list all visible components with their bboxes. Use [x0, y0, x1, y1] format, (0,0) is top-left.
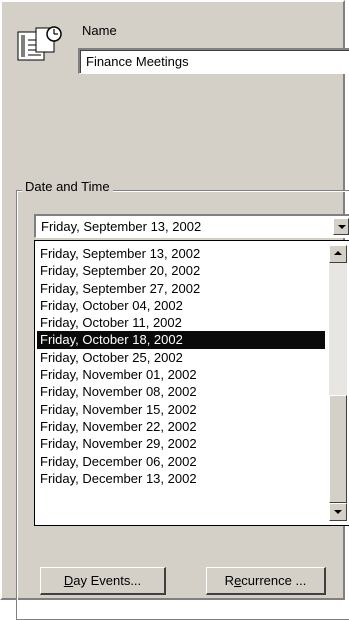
- list-item[interactable]: Friday, November 15, 2002: [37, 401, 325, 418]
- day-events-label: ay Events...: [73, 573, 142, 588]
- list-item[interactable]: Friday, September 27, 2002: [37, 280, 325, 297]
- task-notepad-icon: [17, 26, 62, 61]
- day-events-accelerator: D: [63, 573, 74, 588]
- list-item[interactable]: Friday, September 13, 2002: [37, 245, 325, 262]
- list-item[interactable]: Friday, October 11, 2002: [37, 314, 325, 331]
- list-item[interactable]: Friday, November 01, 2002: [37, 366, 325, 383]
- date-combobox[interactable]: Friday, September 13, 2002: [34, 214, 349, 238]
- list-item[interactable]: Friday, October 25, 2002: [37, 349, 325, 366]
- name-label: Name: [82, 23, 117, 38]
- scroll-down-button[interactable]: [329, 503, 347, 521]
- list-item[interactable]: Friday, September 20, 2002: [37, 262, 325, 279]
- list-item[interactable]: Friday, November 08, 2002: [37, 383, 325, 400]
- name-field[interactable]: Finance Meetings: [78, 48, 349, 74]
- recurrence-label-rest: currence ...: [241, 573, 307, 588]
- date-time-group-label: Date and Time: [22, 179, 113, 194]
- date-combobox-value: Friday, September 13, 2002: [41, 219, 202, 234]
- chevron-up-icon: [334, 251, 342, 255]
- date-dropdown-list[interactable]: Friday, September 13, 2002 Friday, Septe…: [34, 240, 349, 526]
- list-item[interactable]: Friday, November 22, 2002: [37, 418, 325, 435]
- list-item-selected[interactable]: Friday, October 18, 2002: [37, 331, 325, 349]
- task-properties-window: Name Finance Meetings Date and Time Frid…: [0, 0, 349, 620]
- scroll-up-button[interactable]: [329, 245, 347, 263]
- scrollbar-thumb[interactable]: [329, 395, 347, 503]
- date-combobox-dropdown-button[interactable]: [333, 218, 349, 235]
- list-item[interactable]: Friday, December 06, 2002: [37, 453, 325, 470]
- recurrence-label-start: R: [224, 573, 235, 588]
- chevron-down-icon: [334, 510, 342, 514]
- chevron-down-icon: [338, 225, 346, 229]
- recurrence-button[interactable]: Recurrence ...: [206, 567, 326, 595]
- list-item[interactable]: Friday, October 04, 2002: [37, 297, 325, 314]
- list-item[interactable]: Friday, December 13, 2002: [37, 470, 325, 487]
- day-events-button[interactable]: Day Events...: [40, 567, 166, 595]
- dropdown-scrollbar[interactable]: [329, 245, 347, 521]
- date-list: Friday, September 13, 2002 Friday, Septe…: [37, 245, 325, 487]
- list-item[interactable]: Friday, November 29, 2002: [37, 435, 325, 452]
